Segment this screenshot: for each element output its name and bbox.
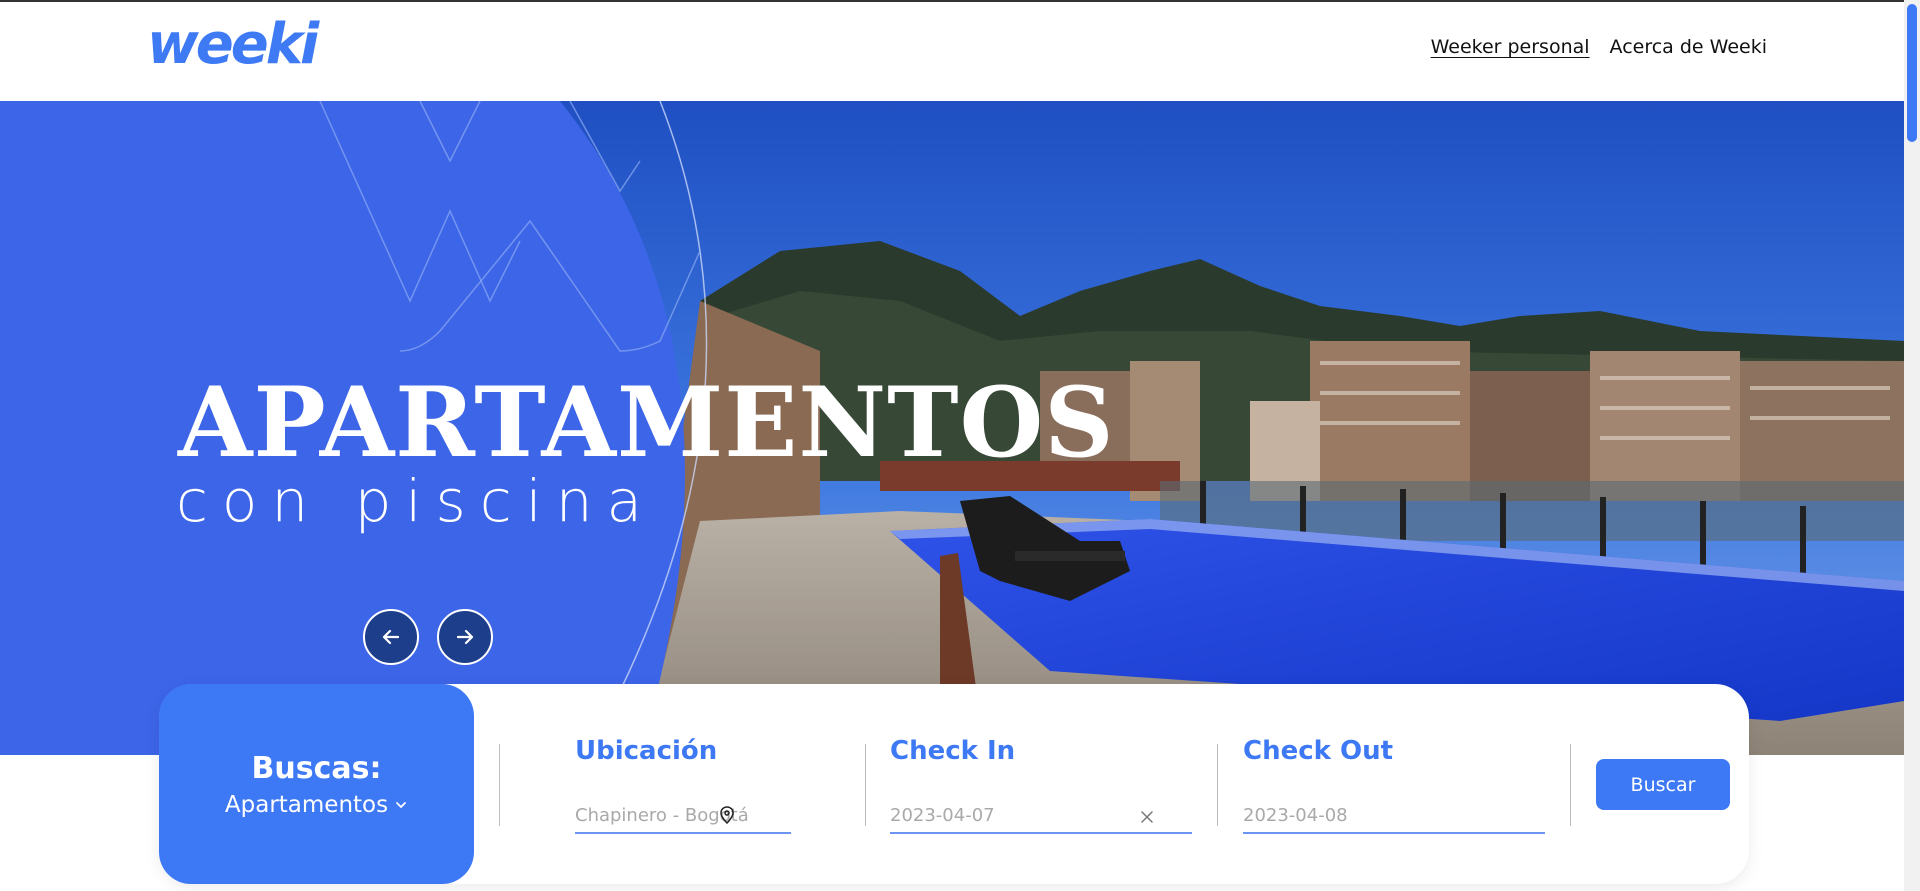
nav-acerca-de-weeki[interactable]: Acerca de Weeki [1610,36,1767,58]
property-type-label: Buscas: [251,750,382,786]
check-out-input[interactable]: 2023-04-08 [1243,798,1545,834]
hero-title: APARTAMENTOS [178,366,1115,479]
property-type-value-text: Apartamentos [224,791,389,818]
close-icon[interactable] [1140,810,1154,824]
hero-subtitle: con piscina [176,467,657,535]
arrow-left-icon [382,629,400,645]
property-type-selector[interactable]: Buscas: Apartamentos [159,684,474,884]
arrow-right-icon [456,629,474,645]
search-card: Buscas: Apartamentos Ubicación Chapinero… [159,684,1749,884]
check-in-value: 2023-04-07 [890,804,995,826]
page: { "header": { "logo_text": "weeki", "nav… [0,0,1920,891]
hero-banner: APARTAMENTOS con piscina [0,101,1904,755]
divider [499,744,500,826]
search-button[interactable]: Buscar [1596,759,1730,810]
scrollbar-thumb[interactable] [1907,4,1917,142]
check-in-input[interactable]: 2023-04-07 [890,798,1192,834]
carousel-next-button[interactable] [437,609,493,665]
location-input[interactable]: Chapinero - Bogotá [575,798,791,834]
divider [865,744,866,826]
carousel-prev-button[interactable] [363,609,419,665]
location-label: Ubicación [575,736,718,766]
check-out-label: Check Out [1243,736,1394,766]
chevron-down-icon [396,801,406,808]
location-field: Ubicación Chapinero - Bogotá [575,736,791,834]
check-in-label: Check In [890,736,1016,766]
main-nav: Weeker personal Acerca de Weeki [1431,36,1767,58]
divider [1570,744,1571,826]
check-out-value: 2023-04-08 [1243,804,1348,826]
property-type-value[interactable]: Apartamentos [225,792,408,818]
nav-weeker-personal[interactable]: Weeker personal [1431,36,1590,58]
check-in-field: Check In 2023-04-07 [890,736,1192,834]
map-pin-icon [720,806,734,824]
weeki-logo[interactable]: weeki [147,12,319,77]
check-out-field: Check Out 2023-04-08 [1243,736,1545,834]
divider [1217,744,1218,826]
site-header: weeki Weeker personal Acerca de Weeki [0,0,1904,101]
page-scrollbar[interactable] [1904,0,1920,891]
